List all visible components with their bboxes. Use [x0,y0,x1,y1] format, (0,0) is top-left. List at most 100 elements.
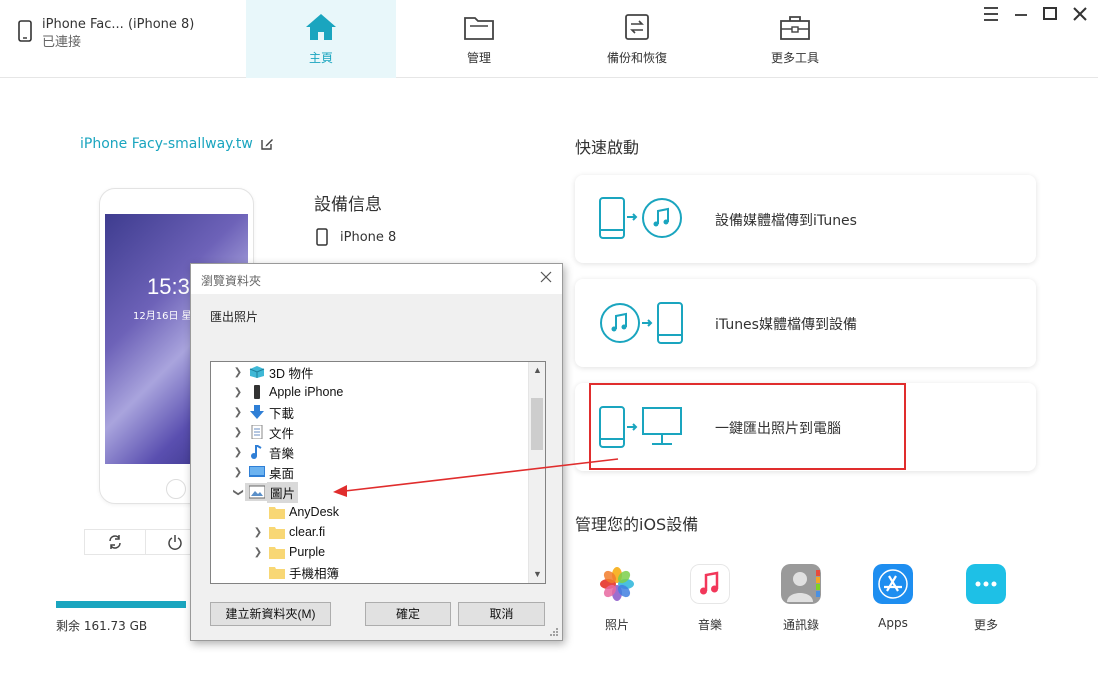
tree-item-music[interactable]: ❯ 音樂 [231,442,545,462]
app-contacts[interactable]: 通訊錄 [771,564,831,633]
expand-arrow-icon[interactable]: ❯ [231,367,245,378]
expand-arrow-icon[interactable]: ❯ [231,447,245,458]
phone-icon [18,20,32,42]
device-name: iPhone Fac... (iPhone 8) [42,17,195,32]
refresh-icon [109,535,121,549]
edit-icon[interactable] [260,137,274,151]
power-icon [168,535,182,550]
app-label: 更多 [973,618,998,632]
tree-item-phone-album[interactable]: 手機相簿 [251,562,545,582]
dialog-close-icon[interactable] [538,269,554,285]
tab-manage[interactable]: 管理 [404,0,554,78]
document-icon [251,425,263,439]
app-more[interactable]: 更多 [956,564,1016,633]
music-icon [690,564,730,604]
tree-item-label: 手機相簿 [289,566,340,581]
tab-more-tools[interactable]: 更多工具 [720,0,870,78]
app-label: Apps [878,616,908,630]
expand-arrow-icon[interactable]: ❯ [251,527,265,538]
pictures-icon [249,485,265,499]
device-status: 已連接 [42,35,82,50]
expand-arrow-icon[interactable]: ❯ [231,407,245,418]
tab-home-label: 主頁 [308,51,333,65]
minimize-icon[interactable] [1011,4,1031,24]
dialog-description: 匯出照片 [210,310,259,324]
device-model-label: iPhone 8 [340,229,397,245]
folder-icon [269,507,285,519]
resize-grip-icon[interactable] [549,627,559,637]
iphone-icon [254,385,260,399]
cancel-button[interactable]: 取消 [458,602,545,626]
tab-more-tools-label: 更多工具 [770,51,819,65]
folder-icon [464,17,494,40]
tree-item-label: 圖片 [267,481,299,503]
app-label: 通訊錄 [782,618,819,632]
app-photos[interactable]: 照片 [587,564,647,633]
photos-icon [597,564,637,604]
tree-item-pictures[interactable]: ❯ 圖片 [231,481,545,503]
quick-card-device-to-itunes[interactable]: 設備媒體檔傳到iTunes [575,175,1036,263]
quick-card-label: 設備媒體檔傳到iTunes [715,213,857,229]
manage-title: 管理您的iOS設備 [575,515,699,534]
maximize-icon[interactable] [1040,4,1060,24]
desktop-icon [249,466,265,477]
tree-item-label: Purple [289,545,326,559]
expand-arrow-icon[interactable]: ❯ [231,467,245,478]
folder-tree[interactable]: ❯ 3D 物件 ❯ Apple iPhone ❯ 下載 ❯ 文件 ❯ 音樂 ❯ … [210,361,546,584]
app-music[interactable]: 音樂 [680,564,740,633]
tree-item-label: 音樂 [269,446,295,461]
tree-item-label: AnyDesk [289,505,340,519]
scroll-thumb[interactable] [531,398,543,450]
close-icon[interactable] [1070,4,1090,24]
tree-item-label: 文件 [269,426,295,441]
tree-item-label: 下載 [269,406,295,421]
scroll-down-icon[interactable]: ▼ [529,566,545,583]
expand-arrow-icon[interactable]: ❯ [251,547,265,558]
tree-item-downloads[interactable]: ❯ 下載 [231,402,545,422]
quick-card-itunes-to-device[interactable]: iTunes媒體檔傳到設備 [575,279,1036,367]
app-appstore[interactable]: Apps [863,564,923,630]
tab-backup-restore[interactable]: 備份和恢復 [562,0,712,78]
device-model: iPhone 8 [316,228,396,246]
expand-arrow-icon[interactable]: ❯ [231,427,245,438]
home-icon [306,14,336,40]
pictures-icon-wrap [245,483,267,501]
backup-restore-icon [625,14,649,40]
device-title: iPhone Facy-smallway.tw [80,136,253,152]
more-icon [966,564,1006,604]
phone-icon [316,228,328,246]
collapse-arrow-icon[interactable]: ❯ [233,485,244,499]
tree-item-desktop[interactable]: ❯ 桌面 [231,462,545,482]
app-label: 照片 [604,618,629,632]
tree-item-clearfi[interactable]: ❯ clear.fi [251,522,545,542]
folder-icon [269,567,285,579]
tree-item-anydesk[interactable]: AnyDesk [251,502,545,522]
quick-card-label: iTunes媒體檔傳到設備 [715,317,857,333]
tree-item-documents[interactable]: ❯ 文件 [231,422,545,442]
expand-arrow-icon[interactable]: ❯ [231,387,245,398]
tree-item-label: 3D 物件 [269,366,314,381]
menu-icon[interactable] [981,4,1001,24]
device-selector[interactable]: iPhone Fac... (iPhone 8) 已連接 [18,16,194,52]
tree-scrollbar[interactable]: ▲ ▼ [528,362,545,583]
tree-item-3d-objects[interactable]: ❯ 3D 物件 [231,362,545,382]
refresh-button[interactable] [85,530,145,554]
browse-folder-dialog: 瀏覽資料夾 匯出照片 ❯ 3D 物件 ❯ Apple iPhone ❯ 下載 ❯… [190,263,563,641]
appstore-icon [873,564,913,604]
phone-actions [84,529,206,555]
tree-item-purple[interactable]: ❯ Purple [251,542,545,562]
tree-item-apple-iphone[interactable]: ❯ Apple iPhone [231,382,545,402]
new-folder-button[interactable]: 建立新資料夾(M) [210,602,331,626]
top-bar: iPhone Fac... (iPhone 8) 已連接 主頁 管理 備份和恢復… [0,0,1098,78]
contacts-icon [781,564,821,604]
device-to-itunes-icon [599,197,682,239]
dialog-titlebar: 瀏覽資料夾 [191,264,562,294]
tab-home[interactable]: 主頁 [246,0,396,78]
phone-home-button [166,479,186,499]
scroll-up-icon[interactable]: ▲ [529,362,545,379]
ok-button[interactable]: 確定 [365,602,451,626]
toolbox-icon [780,16,810,40]
tab-manage-label: 管理 [466,51,491,65]
cube-icon [249,366,265,378]
storage-bar [56,601,186,608]
